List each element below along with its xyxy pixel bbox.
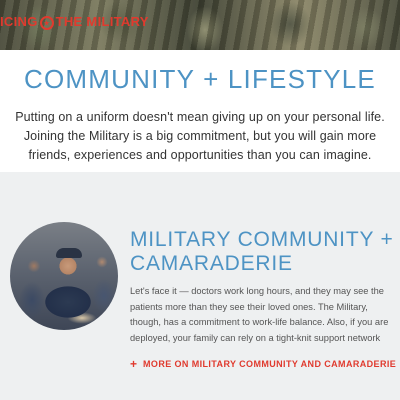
intro-line: Putting on a uniform doesn't mean giving…: [15, 110, 385, 124]
sailors-photo: [10, 222, 118, 330]
intro-line: Joining the Military is a big commitment…: [23, 129, 377, 143]
section-title: MILITARY COMMUNITY + CAMARADERIE: [130, 228, 394, 276]
plus-icon: +: [130, 357, 138, 371]
section-line: patients more than they see their loved …: [130, 301, 368, 312]
section-line: though, has a commitment to work-life ba…: [130, 317, 389, 327]
brand-text-right: THE MILITARY: [55, 13, 149, 29]
more-link-label: MORE ON MILITARY COMMUNITY AND CAMARADER…: [143, 359, 397, 369]
intro-paragraph: Putting on a uniform doesn't mean giving…: [0, 108, 400, 165]
brand-text-left: ICING: [0, 13, 38, 29]
section-title-line: MILITARY COMMUNITY +: [130, 228, 394, 251]
section-line: Let's face it — doctors work long hours,…: [130, 286, 384, 296]
more-community-link[interactable]: + MORE ON MILITARY COMMUNITY AND CAMARAD…: [130, 358, 396, 370]
section-title-line: CAMARADERIE: [130, 252, 293, 275]
page: ICING THE MILITARY COMMUNITY + LIFESTYLE…: [0, 0, 400, 400]
site-brand[interactable]: ICING THE MILITARY: [0, 11, 149, 31]
section-paragraph: Let's face it — doctors work long hours,…: [130, 284, 400, 346]
section-line: deployed, your family can rely on a tigh…: [130, 332, 381, 343]
community-section: MILITARY COMMUNITY + CAMARADERIE Let's f…: [0, 172, 400, 400]
page-title: COMMUNITY + LIFESTYLE: [24, 64, 376, 94]
cap-shape: [56, 248, 82, 258]
intro-line: friends, experiences and opportunities t…: [28, 148, 372, 162]
intro-section: COMMUNITY + LIFESTYLE Putting on a unifo…: [0, 50, 400, 172]
star-circle-icon: [39, 16, 54, 30]
